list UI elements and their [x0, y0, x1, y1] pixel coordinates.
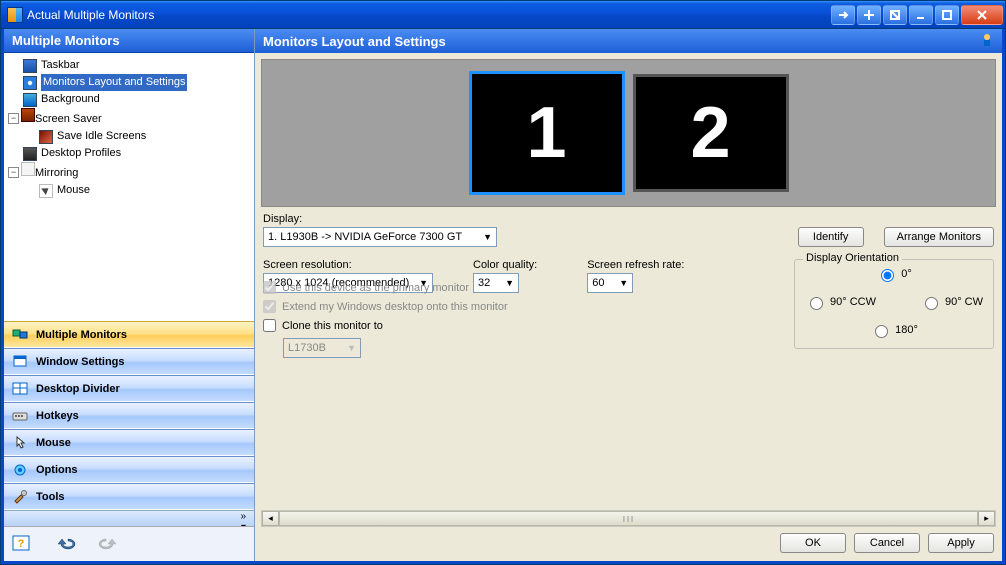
tree-item-desktop-profiles[interactable]: Desktop Profiles [8, 145, 252, 162]
dialog-footer: OK Cancel Apply [261, 529, 996, 555]
extend-desktop-checkbox [263, 300, 276, 313]
nav-hotkeys[interactable]: Hotkeys [4, 402, 254, 429]
scroll-right-button[interactable]: ▸ [978, 511, 995, 526]
orient-90ccw-radio[interactable] [810, 297, 823, 310]
clone-monitor-checkbox-row[interactable]: Clone this monitor to [263, 319, 623, 332]
hotkeys-icon [12, 408, 28, 424]
orient-180-radio[interactable] [875, 325, 888, 338]
tree-item-screensaver[interactable]: −Screen Saver Save Idle Screens [8, 108, 252, 145]
left-panel-title: Multiple Monitors [12, 33, 120, 48]
nav-tools[interactable]: Tools [4, 483, 254, 510]
content-area: 1 2 Display: 1. L1930B -> NVIDIA GeForce… [255, 53, 1002, 561]
screensaver-icon [21, 108, 35, 122]
orientation-legend: Display Orientation [803, 252, 902, 264]
right-header-icon [980, 33, 994, 50]
horizontal-scrollbar[interactable]: ◂ ııı ▸ [261, 510, 996, 527]
redo-button[interactable] [94, 533, 122, 555]
resolution-label: Screen resolution: [263, 259, 433, 271]
left-panel: Multiple Monitors Taskbar Monitors Layou… [4, 29, 255, 561]
undo-button[interactable] [52, 533, 80, 555]
refresh-label: Screen refresh rate: [587, 259, 684, 271]
monitors-icon [12, 327, 28, 343]
right-panel: Monitors Layout and Settings 1 2 Display… [255, 29, 1002, 561]
settings-area: Display: 1. L1930B -> NVIDIA GeForce 730… [261, 207, 996, 436]
tree-item-monitors-layout[interactable]: Monitors Layout and Settings [8, 74, 252, 91]
primary-monitor-checkbox [263, 281, 276, 294]
maximize-button[interactable] [935, 5, 959, 25]
window-settings-icon [12, 354, 28, 370]
tree-item-mirroring[interactable]: −Mirroring Mouse [8, 162, 252, 199]
mouse-nav-icon [12, 435, 28, 451]
help-button[interactable]: ? [10, 533, 38, 555]
tree-item-save-idle[interactable]: Save Idle Screens [24, 128, 252, 145]
cancel-button[interactable]: Cancel [854, 533, 920, 553]
close-button[interactable] [961, 5, 1003, 25]
left-panel-header: Multiple Monitors [4, 29, 254, 53]
window-titlebar: Actual Multiple Monitors [1, 1, 1005, 29]
bottom-toolbar: ? [4, 526, 254, 561]
titlebar-extra-button-2[interactable] [857, 5, 881, 25]
nav-tree: Taskbar Monitors Layout and Settings Bac… [4, 53, 254, 273]
scroll-thumb[interactable]: ııı [279, 511, 978, 526]
tree-item-background[interactable]: Background [8, 91, 252, 108]
nav-overflow-chevron[interactable]: »▾ [4, 510, 254, 526]
minimize-button[interactable] [909, 5, 933, 25]
titlebar-extra-button-1[interactable] [831, 5, 855, 25]
background-icon [23, 93, 37, 107]
options-icon [12, 462, 28, 478]
identify-button[interactable]: Identify [798, 227, 864, 247]
desktop-profiles-icon [23, 147, 37, 161]
save-idle-icon [39, 130, 53, 144]
monitor-2[interactable]: 2 [633, 74, 789, 192]
right-panel-title: Monitors Layout and Settings [263, 34, 446, 49]
monitor-layout-icon [23, 76, 37, 90]
nav-desktop-divider[interactable]: Desktop Divider [4, 375, 254, 402]
desktop-divider-icon [12, 381, 28, 397]
extend-desktop-checkbox-row: Extend my Windows desktop onto this moni… [263, 300, 623, 313]
monitor-1[interactable]: 1 [469, 71, 625, 195]
display-label: Display: [263, 213, 497, 225]
expand-toggle[interactable]: − [8, 113, 19, 124]
scroll-left-button[interactable]: ◂ [262, 511, 279, 526]
ok-button[interactable]: OK [780, 533, 846, 553]
orient-90cw-radio[interactable] [925, 297, 938, 310]
monitor-preview-area[interactable]: 1 2 [261, 59, 996, 207]
nav-options[interactable]: Options [4, 456, 254, 483]
expand-toggle[interactable]: − [8, 167, 19, 178]
window-title: Actual Multiple Monitors [23, 8, 831, 22]
orientation-group: Display Orientation 0° 90° CCW 90° CW 18… [794, 259, 994, 349]
mouse-icon [39, 184, 53, 198]
nav-mouse[interactable]: Mouse [4, 429, 254, 456]
nav-bars: Multiple Monitors Window Settings Deskto… [4, 321, 254, 526]
svg-text:?: ? [18, 538, 25, 550]
arrange-monitors-button[interactable]: Arrange Monitors [884, 227, 994, 247]
color-quality-label: Color quality: [473, 259, 537, 271]
tools-icon [12, 489, 28, 505]
clone-monitor-checkbox[interactable] [263, 319, 276, 332]
right-panel-header: Monitors Layout and Settings [255, 29, 1002, 53]
tree-item-taskbar[interactable]: Taskbar [8, 57, 252, 74]
mirroring-icon [21, 162, 35, 176]
orient-0-radio[interactable] [881, 269, 894, 282]
nav-window-settings[interactable]: Window Settings [4, 348, 254, 375]
primary-monitor-checkbox-row: Use this device as the primary monitor [263, 281, 623, 294]
apply-button[interactable]: Apply [928, 533, 994, 553]
display-select[interactable]: 1. L1930B -> NVIDIA GeForce 7300 GT▼ [263, 227, 497, 247]
app-icon [7, 7, 23, 23]
titlebar-extra-button-3[interactable] [883, 5, 907, 25]
taskbar-icon [23, 59, 37, 73]
window-buttons [831, 5, 1003, 25]
nav-multiple-monitors[interactable]: Multiple Monitors [4, 321, 254, 348]
tree-item-mirror-mouse[interactable]: Mouse [24, 182, 252, 199]
clone-target-select: L1730B▼ [283, 338, 361, 358]
